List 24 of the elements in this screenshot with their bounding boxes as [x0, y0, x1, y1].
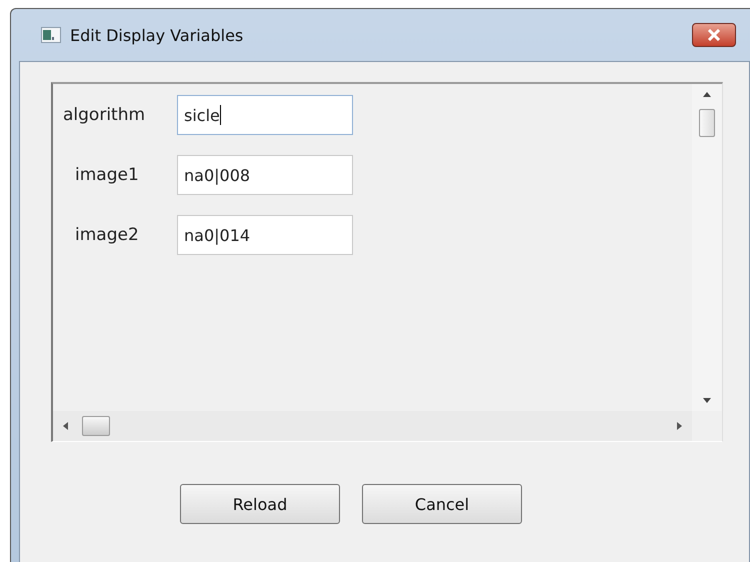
vertical-scrollbar[interactable] [692, 84, 722, 411]
field-value: na0|014 [184, 226, 250, 244]
window-icon [41, 27, 61, 43]
scroll-up-icon[interactable] [703, 92, 711, 97]
variable-label: algorithm [62, 105, 146, 125]
window-title: Edit Display Variables [70, 26, 244, 44]
input-field[interactable]: sicle [177, 95, 353, 135]
variable-label: image2 [74, 225, 140, 245]
close-button[interactable] [692, 23, 736, 47]
scrollbar-thumb[interactable] [82, 416, 110, 436]
scrollbar-thumb[interactable] [699, 109, 715, 137]
input-field[interactable]: na0|014 [177, 215, 353, 255]
field-value: na0|008 [184, 166, 250, 184]
horizontal-scrollbar[interactable] [53, 411, 692, 441]
scroll-down-icon[interactable] [703, 398, 711, 403]
text-caret [220, 105, 221, 125]
variable-label: image1 [74, 165, 140, 185]
dialog-button[interactable]: Cancel [362, 484, 522, 524]
scroll-left-icon[interactable] [63, 422, 68, 430]
field-value: sicle [184, 106, 220, 124]
close-icon [707, 29, 721, 41]
dialog-button[interactable]: Reload [180, 484, 340, 524]
scroll-right-icon[interactable] [677, 422, 682, 430]
input-field[interactable]: na0|008 [177, 155, 353, 195]
